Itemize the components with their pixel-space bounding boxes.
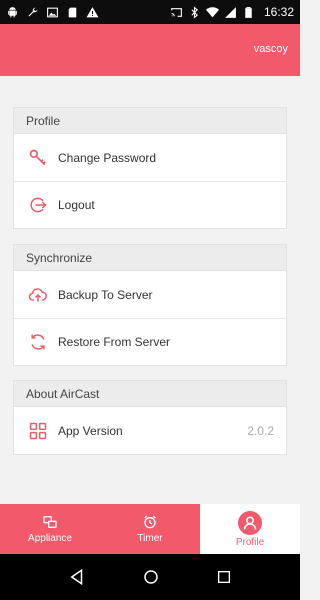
app-version-value: 2.0.2 bbox=[247, 423, 274, 438]
wrench-icon bbox=[26, 6, 39, 19]
status-time: 16:32 bbox=[263, 5, 294, 19]
cloud-upload-icon bbox=[28, 285, 48, 305]
nav-appliance-label: Appliance bbox=[28, 533, 72, 544]
timer-icon bbox=[142, 514, 158, 530]
restore-from-server-label: Restore From Server bbox=[58, 335, 171, 349]
grid-icon bbox=[28, 421, 48, 441]
nav-timer[interactable]: Timer bbox=[100, 504, 200, 554]
image-icon bbox=[46, 6, 59, 19]
logout-label: Logout bbox=[58, 198, 95, 212]
section-header-profile: Profile bbox=[14, 108, 286, 134]
backup-to-server-label: Backup To Server bbox=[58, 287, 153, 302]
logout-icon bbox=[28, 195, 48, 215]
section-profile: Profile Change Password Logout bbox=[13, 107, 287, 229]
restore-from-server-row[interactable]: Restore From Server bbox=[14, 318, 286, 365]
bluetooth-icon bbox=[188, 5, 201, 19]
nav-appliance[interactable]: Appliance bbox=[0, 504, 100, 554]
nav-timer-label: Timer bbox=[137, 533, 163, 544]
section-synchronize: Synchronize Backup To Server Restore Fro… bbox=[13, 244, 287, 366]
android-icon bbox=[6, 6, 19, 19]
nav-profile[interactable]: Profile bbox=[200, 504, 300, 554]
warning-icon bbox=[86, 6, 99, 19]
status-right-icons: 16:32 bbox=[170, 5, 294, 19]
section-header-about: About AirCast bbox=[14, 381, 286, 407]
recents-icon[interactable] bbox=[216, 569, 232, 585]
home-icon[interactable] bbox=[142, 568, 160, 586]
app-version-label: App Version bbox=[58, 423, 123, 438]
back-icon[interactable] bbox=[68, 568, 86, 586]
android-nav-bar bbox=[0, 554, 300, 600]
wifi-icon bbox=[205, 6, 219, 19]
app-header: vascoy bbox=[0, 24, 300, 76]
key-icon bbox=[28, 148, 48, 168]
header-username: vascoy bbox=[253, 43, 288, 55]
app-version-row: App Version 2.0.2 bbox=[14, 407, 286, 454]
logout-row[interactable]: Logout bbox=[14, 181, 286, 228]
status-left-icons bbox=[6, 6, 99, 19]
profile-icon bbox=[238, 510, 262, 535]
change-password-row[interactable]: Change Password bbox=[14, 134, 286, 181]
sd-card-icon bbox=[66, 6, 79, 19]
bottom-nav: Appliance Timer Profile bbox=[0, 504, 300, 554]
backup-to-server-row[interactable]: Backup To Server bbox=[14, 271, 286, 318]
section-about: About AirCast App Version 2.0.2 bbox=[13, 380, 287, 455]
sync-icon bbox=[28, 332, 48, 352]
change-password-label: Change Password bbox=[58, 150, 157, 165]
nav-profile-label: Profile bbox=[235, 536, 265, 548]
battery-icon bbox=[242, 6, 255, 19]
appliance-icon bbox=[42, 514, 58, 530]
status-bar: 16:32 bbox=[0, 0, 300, 24]
section-header-synchronize: Synchronize bbox=[14, 245, 286, 271]
signal-icon bbox=[224, 6, 237, 19]
profile-content: Profile Change Password Logout Synchroni… bbox=[0, 76, 300, 504]
cast-icon bbox=[170, 6, 183, 19]
